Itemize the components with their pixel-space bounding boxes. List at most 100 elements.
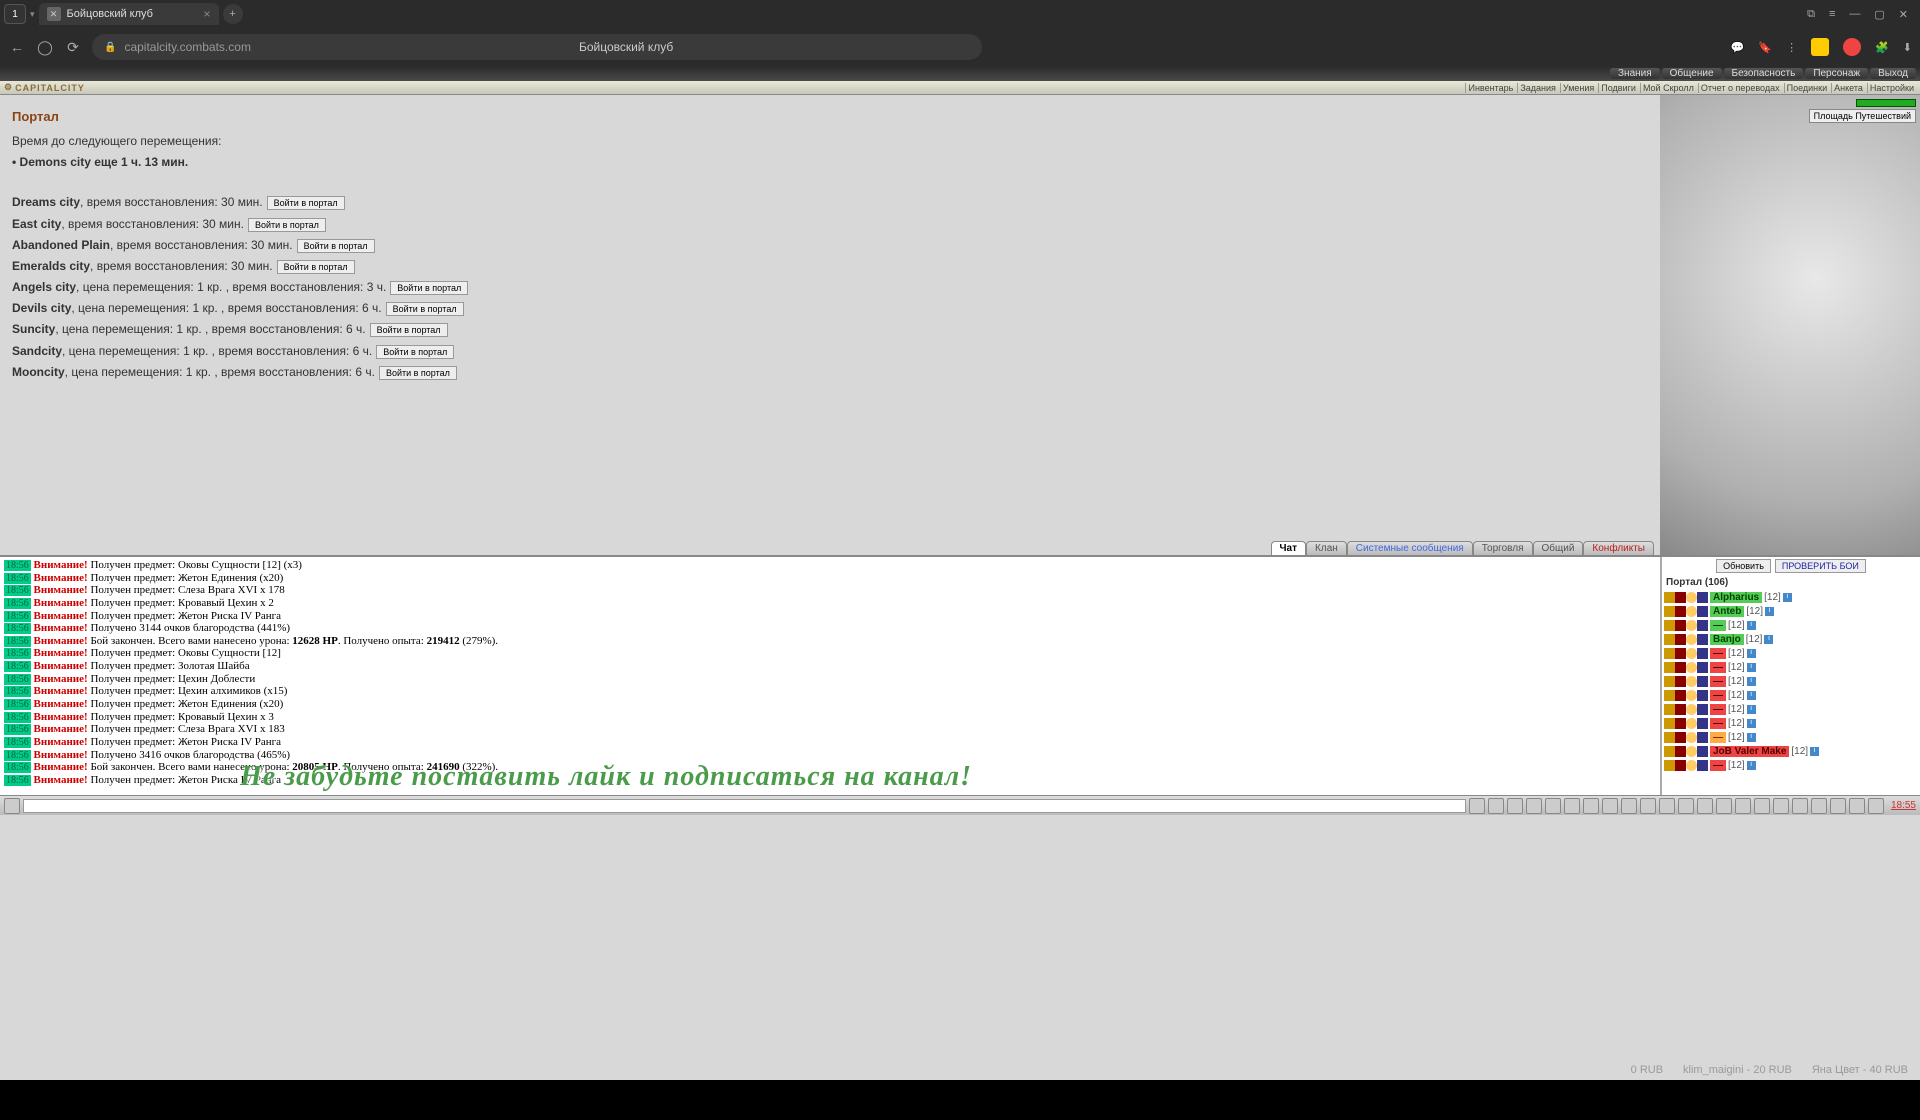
browser-tab[interactable]: ✕ Бойцовский клуб ×: [39, 3, 219, 25]
reload-icon[interactable]: ⟳: [64, 39, 82, 56]
player-info-icon[interactable]: i: [1747, 691, 1756, 700]
toolbar-icon-0[interactable]: [1469, 798, 1485, 814]
toolbar-icon-2[interactable]: [1507, 798, 1523, 814]
toolbar-icon-16[interactable]: [1773, 798, 1789, 814]
topnav-Персонаж[interactable]: Персонаж: [1805, 68, 1868, 79]
window-close-icon[interactable]: ✕: [1899, 8, 1908, 21]
player-row[interactable]: —[12]i: [1662, 730, 1920, 744]
kebab-icon[interactable]: ⋮: [1786, 41, 1797, 54]
toolbar-icon-11[interactable]: [1678, 798, 1694, 814]
enter-portal-button[interactable]: Войти в портал: [370, 323, 448, 337]
location-scene[interactable]: Площадь Путешествий: [1660, 95, 1920, 555]
player-name[interactable]: —: [1710, 662, 1726, 673]
toolbar-icon-21[interactable]: [1868, 798, 1884, 814]
player-row[interactable]: —[12]i: [1662, 618, 1920, 632]
profile-dropdown-icon[interactable]: ▾: [30, 9, 35, 20]
chat-tab-2[interactable]: Системные сообщения: [1347, 541, 1473, 555]
menu-icon[interactable]: ≡: [1829, 8, 1835, 21]
enter-portal-button[interactable]: Войти в портал: [297, 239, 375, 253]
location-button[interactable]: Площадь Путешествий: [1809, 109, 1916, 123]
player-info-icon[interactable]: i: [1747, 761, 1756, 770]
enter-portal-button[interactable]: Войти в портал: [379, 366, 457, 380]
player-row[interactable]: Alpharius[12]i: [1662, 590, 1920, 604]
player-list[interactable]: Alpharius[12]iAnteb[12]i—[12]iBanjo[12]i…: [1662, 590, 1920, 795]
toolbar-icon-8[interactable]: [1621, 798, 1637, 814]
profile-badge[interactable]: 1: [4, 4, 26, 24]
menu-Подвиги[interactable]: Подвиги: [1598, 83, 1638, 93]
player-info-icon[interactable]: i: [1747, 621, 1756, 630]
topnav-Знания[interactable]: Знания: [1610, 68, 1660, 79]
player-name[interactable]: —: [1710, 648, 1726, 659]
toolbar-icon-18[interactable]: [1811, 798, 1827, 814]
toolbar-icon-7[interactable]: [1602, 798, 1618, 814]
enter-portal-button[interactable]: Войти в портал: [390, 281, 468, 295]
toolbar-icon-17[interactable]: [1792, 798, 1808, 814]
yandex-icon[interactable]: [1811, 38, 1829, 56]
toolbar-icon-4[interactable]: [1545, 798, 1561, 814]
toolbar-icon-19[interactable]: [1830, 798, 1846, 814]
chat-input[interactable]: [23, 799, 1466, 813]
player-row[interactable]: —[12]i: [1662, 646, 1920, 660]
extensions-icon[interactable]: 🧩: [1875, 41, 1889, 54]
player-row[interactable]: —[12]i: [1662, 702, 1920, 716]
toolbar-icon-14[interactable]: [1735, 798, 1751, 814]
toolbar-icon-20[interactable]: [1849, 798, 1865, 814]
shield-icon[interactable]: ◯: [36, 39, 54, 56]
tab-close-icon[interactable]: ×: [204, 7, 211, 21]
player-name[interactable]: —: [1710, 690, 1726, 701]
player-row[interactable]: —[12]i: [1662, 688, 1920, 702]
player-info-icon[interactable]: i: [1747, 677, 1756, 686]
enter-portal-button[interactable]: Войти в портал: [277, 260, 355, 274]
player-row[interactable]: Anteb[12]i: [1662, 604, 1920, 618]
menu-Мой Скролл[interactable]: Мой Скролл: [1640, 83, 1696, 93]
toolbar-icon-9[interactable]: [1640, 798, 1656, 814]
player-info-icon[interactable]: i: [1747, 663, 1756, 672]
check-fights-button[interactable]: ПРОВЕРИТЬ БОИ: [1775, 559, 1866, 573]
pip-icon[interactable]: ⧉: [1807, 8, 1815, 21]
player-info-icon[interactable]: i: [1765, 607, 1774, 616]
menu-Умения[interactable]: Умения: [1560, 83, 1596, 93]
bookmark-icon[interactable]: 🔖: [1758, 41, 1772, 54]
chat-tab-4[interactable]: Общий: [1533, 541, 1584, 555]
menu-Анкета[interactable]: Анкета: [1831, 83, 1865, 93]
enter-portal-button[interactable]: Войти в портал: [376, 345, 454, 359]
player-info-icon[interactable]: i: [1783, 593, 1792, 602]
player-info-icon[interactable]: i: [1747, 719, 1756, 728]
toolbar-icon-15[interactable]: [1754, 798, 1770, 814]
enter-portal-button[interactable]: Войти в портал: [248, 218, 326, 232]
menu-Поединки[interactable]: Поединки: [1784, 83, 1830, 93]
menu-Задания[interactable]: Задания: [1517, 83, 1558, 93]
player-name[interactable]: —: [1710, 704, 1726, 715]
player-name[interactable]: —: [1710, 760, 1726, 771]
toolbar-icon-1[interactable]: [1488, 798, 1504, 814]
player-name[interactable]: —: [1710, 732, 1726, 743]
player-info-icon[interactable]: i: [1747, 649, 1756, 658]
toolbar-icon-12[interactable]: [1697, 798, 1713, 814]
player-row[interactable]: Banjo[12]i: [1662, 632, 1920, 646]
menu-Настройки[interactable]: Настройки: [1867, 83, 1916, 93]
player-info-icon[interactable]: i: [1747, 733, 1756, 742]
player-info-icon[interactable]: i: [1747, 705, 1756, 714]
enter-portal-button[interactable]: Войти в портал: [267, 196, 345, 210]
player-name[interactable]: Banjo: [1710, 634, 1744, 645]
refresh-button[interactable]: Обновить: [1716, 559, 1771, 573]
player-name[interactable]: Alpharius: [1710, 592, 1762, 603]
player-row[interactable]: —[12]i: [1662, 758, 1920, 772]
player-name[interactable]: —: [1710, 718, 1726, 729]
url-field[interactable]: 🔒 capitalcity.combats.com Бойцовский клу…: [92, 34, 982, 60]
toolbar-icon-3[interactable]: [1526, 798, 1542, 814]
toolbar-icon-13[interactable]: [1716, 798, 1732, 814]
enter-portal-button[interactable]: Войти в портал: [386, 302, 464, 316]
topnav-Безопасность[interactable]: Безопасность: [1724, 68, 1804, 79]
new-tab-button[interactable]: +: [223, 4, 243, 24]
toolbar-icon-10[interactable]: [1659, 798, 1675, 814]
translate-icon[interactable]: 💬: [1731, 41, 1745, 54]
back-icon[interactable]: ←: [8, 39, 26, 55]
chat-tab-0[interactable]: Чат: [1271, 541, 1307, 555]
chat-tab-3[interactable]: Торговля: [1473, 541, 1533, 555]
player-name[interactable]: —: [1710, 676, 1726, 687]
player-row[interactable]: —[12]i: [1662, 660, 1920, 674]
menu-Отчет о переводах[interactable]: Отчет о переводах: [1698, 83, 1782, 93]
chat-tab-5[interactable]: Конфликты: [1583, 541, 1654, 555]
player-name[interactable]: —: [1710, 620, 1726, 631]
